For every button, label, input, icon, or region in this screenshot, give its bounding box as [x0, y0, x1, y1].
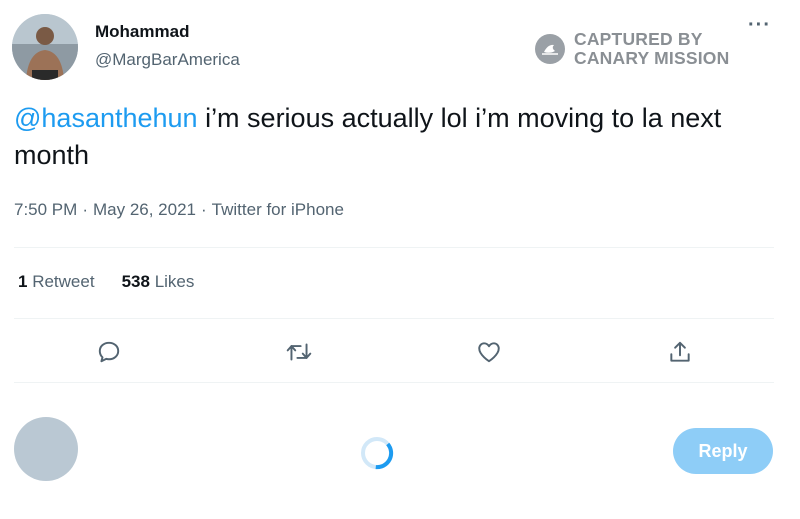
- retweet-button[interactable]: [283, 336, 315, 368]
- author-name[interactable]: Mohammad: [95, 22, 189, 42]
- loading-spinner-icon: [360, 436, 394, 470]
- likes-count: 538: [121, 272, 150, 291]
- meta-separator: ·: [201, 200, 207, 219]
- canary-logo-icon: [535, 34, 565, 64]
- more-options-button[interactable]: ···: [748, 15, 771, 35]
- meta-separator: ·: [82, 200, 88, 219]
- tweet-meta: 7:50 PM · May 26, 2021 · Twitter for iPhone: [14, 200, 344, 220]
- divider: [14, 247, 774, 248]
- share-button[interactable]: [664, 336, 696, 368]
- tweet-stats: 1 Retweet 538 Likes: [18, 272, 194, 292]
- divider: [14, 382, 774, 383]
- watermark: CAPTURED BY CANARY MISSION: [535, 28, 745, 70]
- avatar-photo: [12, 14, 78, 80]
- likes-stat[interactable]: 538 Likes: [122, 272, 195, 291]
- tweet-date[interactable]: May 26, 2021: [93, 200, 196, 219]
- tweet-source[interactable]: Twitter for iPhone: [212, 200, 344, 219]
- watermark-line1: CAPTURED BY: [574, 29, 703, 49]
- reply-button[interactable]: [93, 336, 125, 368]
- tweet-text: @hasanthehun i’m serious actually lol i’…: [14, 100, 784, 174]
- retweet-icon: [286, 343, 312, 361]
- like-icon: [478, 342, 500, 363]
- author-handle[interactable]: @MargBarAmerica: [95, 50, 240, 70]
- reply-submit-button[interactable]: Reply: [673, 428, 773, 474]
- mention-link[interactable]: @hasanthehun: [14, 103, 198, 133]
- like-button[interactable]: [473, 336, 505, 368]
- likes-label: Likes: [154, 272, 195, 291]
- tweet-time[interactable]: 7:50 PM: [14, 200, 77, 219]
- reply-icon: [98, 341, 120, 363]
- divider: [14, 318, 774, 319]
- retweets-stat[interactable]: 1 Retweet: [18, 272, 95, 291]
- watermark-line2: CANARY MISSION: [574, 48, 730, 68]
- retweets-label: Retweet: [32, 272, 95, 291]
- retweets-count: 1: [18, 272, 28, 291]
- share-icon: [670, 341, 690, 362]
- author-avatar[interactable]: [12, 14, 78, 80]
- user-avatar[interactable]: [14, 417, 78, 481]
